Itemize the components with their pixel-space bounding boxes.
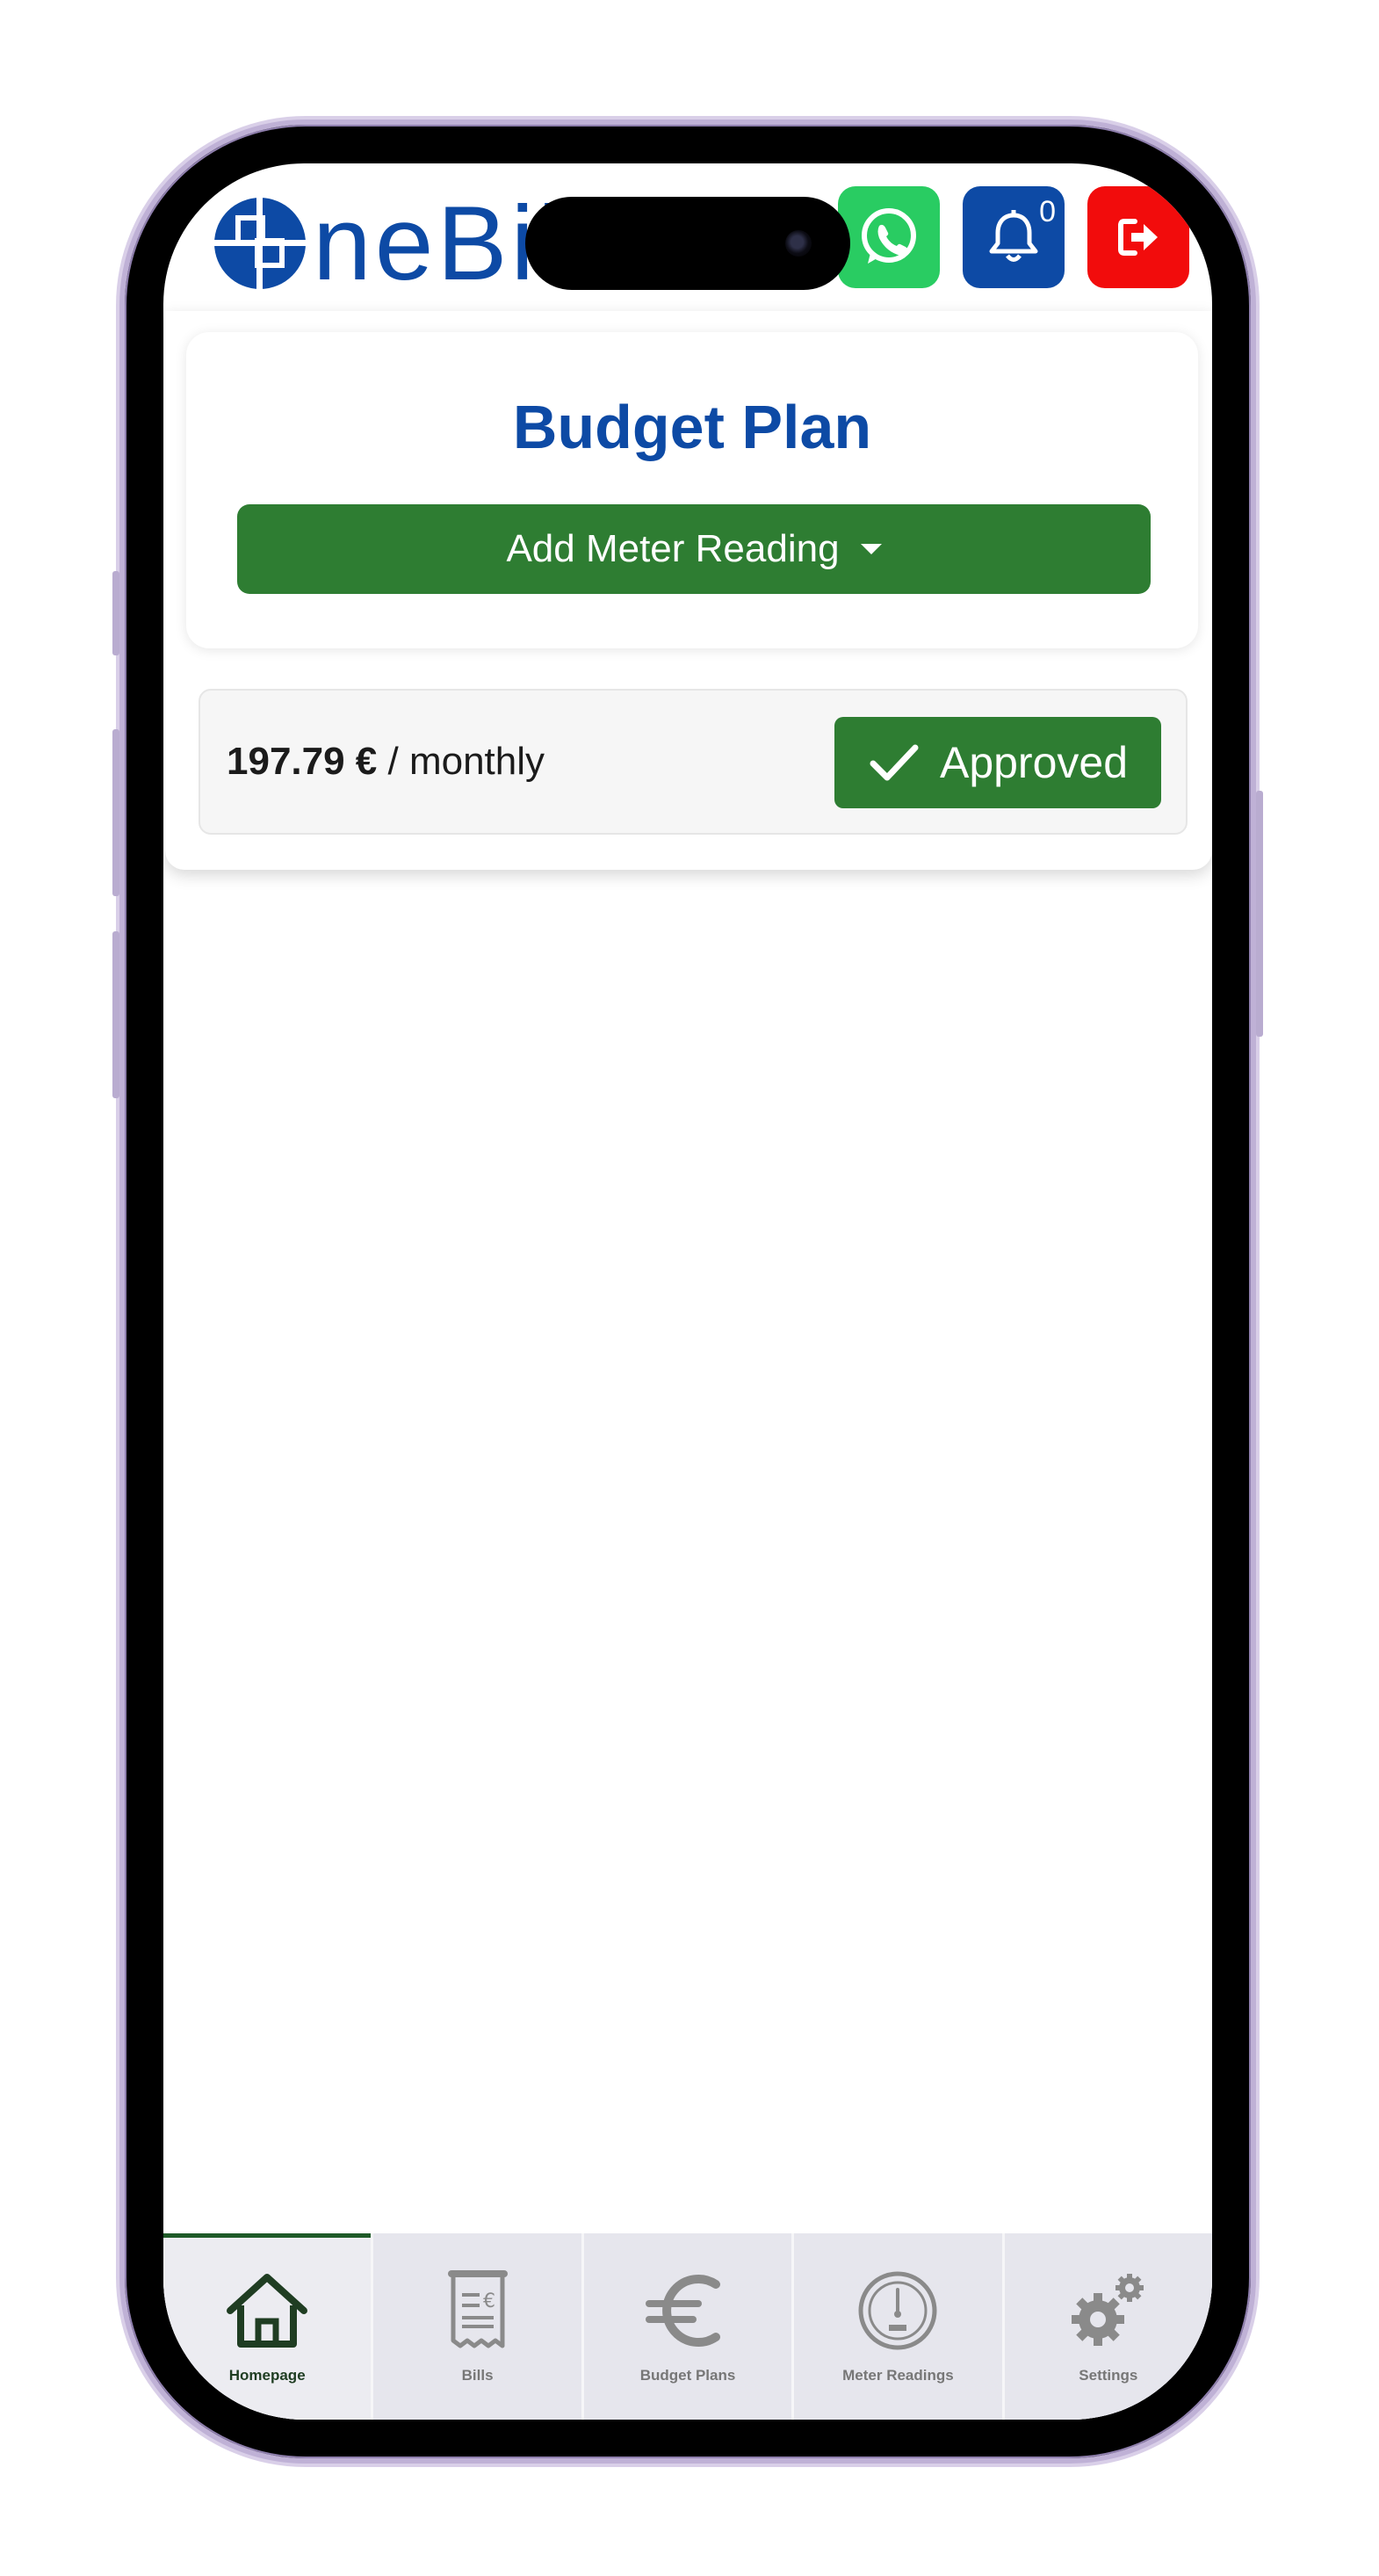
plan-amount: 197.79 € / monthly xyxy=(227,740,545,784)
notification-count: 0 xyxy=(1039,195,1056,228)
budget-plan-row[interactable]: 197.79 € / monthly Approved xyxy=(199,689,1188,835)
bottom-navigation: Homepage € Bills Budget Plans Meter Read… xyxy=(163,2233,1212,2420)
bell-icon xyxy=(989,210,1038,262)
page-title: Budget Plan xyxy=(512,393,872,461)
meter-icon xyxy=(858,2271,937,2350)
camera-icon xyxy=(785,230,812,257)
nav-label: Budget Plans xyxy=(639,2367,736,2384)
nav-label: Settings xyxy=(1079,2367,1138,2384)
logout-icon xyxy=(1118,219,1158,256)
nav-item-budget-plans[interactable]: Budget Plans xyxy=(583,2233,795,2420)
nav-label: Bills xyxy=(461,2367,494,2384)
home-icon xyxy=(227,2274,308,2348)
phone-side-button xyxy=(112,729,119,896)
notifications-button[interactable]: 0 xyxy=(963,186,1065,288)
checkmark-icon xyxy=(870,744,919,781)
add-meter-reading-button[interactable]: Add Meter Reading xyxy=(237,504,1151,594)
gears-icon xyxy=(1071,2274,1144,2346)
nav-label: Homepage xyxy=(228,2367,306,2384)
logout-button[interactable] xyxy=(1087,186,1189,288)
whatsapp-button[interactable] xyxy=(838,186,940,288)
budget-plan-card: Budget Plan Add Meter Reading xyxy=(186,332,1198,648)
whatsapp-icon xyxy=(862,208,916,264)
nav-item-settings[interactable]: Settings xyxy=(1004,2233,1212,2420)
nav-label: Meter Readings xyxy=(842,2367,954,2384)
status-badge: Approved xyxy=(834,717,1161,808)
phone-side-button xyxy=(112,571,119,655)
dynamic-island xyxy=(525,197,850,290)
euro-icon xyxy=(646,2275,721,2347)
status-label: Approved xyxy=(939,738,1129,787)
plan-period: / monthly xyxy=(387,740,545,783)
bill-icon: € xyxy=(447,2270,508,2348)
plan-amount-value: 197.79 € xyxy=(227,740,378,783)
nav-item-meter-readings[interactable]: Meter Readings xyxy=(794,2233,1005,2420)
phone-side-button xyxy=(1256,791,1263,1037)
app-screen: neBill 0 Budget Plan Add Meter Reading 1… xyxy=(163,163,1212,2420)
svg-text:€: € xyxy=(483,2290,495,2312)
caret-down-icon xyxy=(860,544,882,554)
nav-item-homepage[interactable]: Homepage xyxy=(163,2233,374,2420)
add-meter-reading-label: Add Meter Reading xyxy=(506,527,840,570)
logo-globe-icon xyxy=(211,194,309,293)
nav-item-bills[interactable]: € Bills xyxy=(373,2233,584,2420)
phone-side-button xyxy=(112,931,119,1098)
